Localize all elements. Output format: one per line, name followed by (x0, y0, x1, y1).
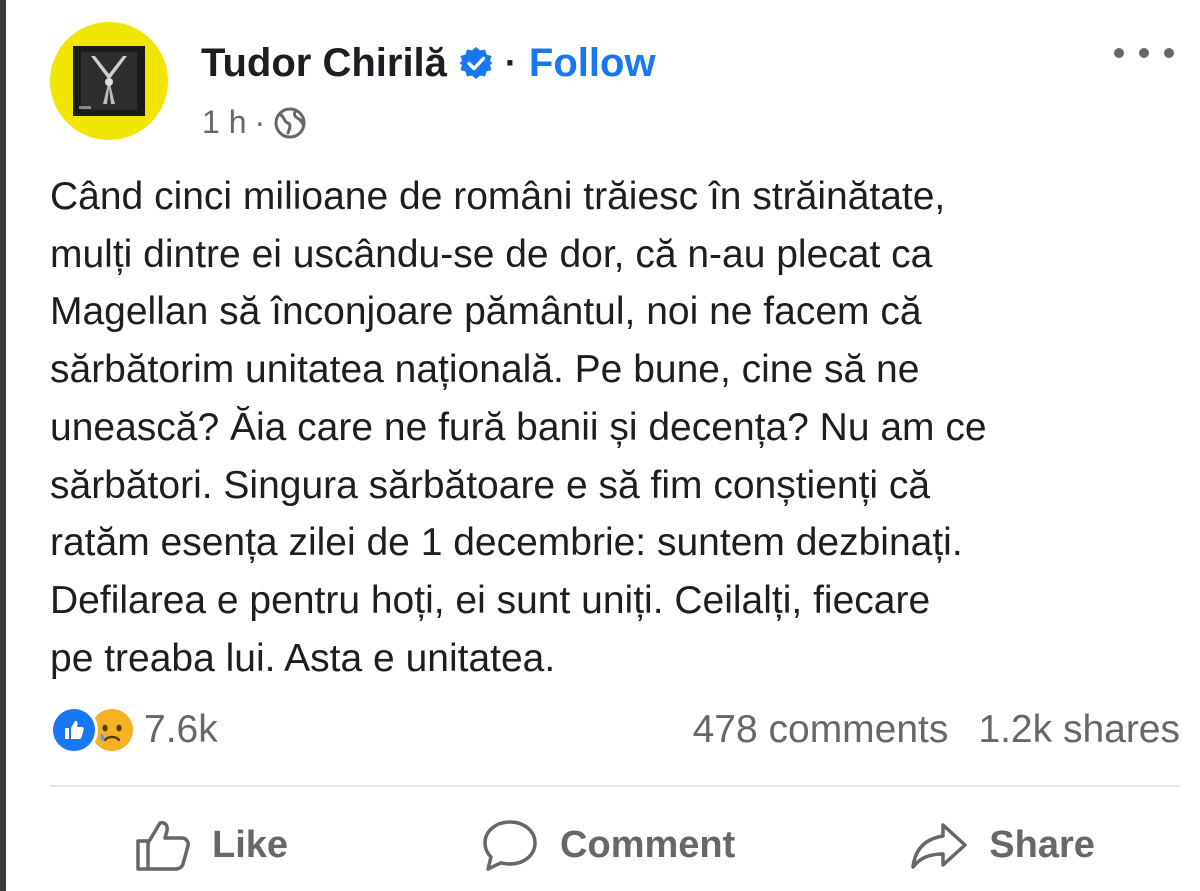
share-button[interactable]: Share (909, 817, 1095, 873)
like-button[interactable]: Like (134, 817, 288, 873)
author-name[interactable]: Tudor Chirilă (201, 41, 447, 86)
divider (50, 785, 1180, 787)
post-text-line: Defilarea e pentru hoți, ei sunt uniți. … (50, 578, 931, 622)
more-dot (1139, 48, 1149, 58)
comment-icon (483, 820, 537, 871)
post-text-line: Magellan să înconjoare pământul, noi ne … (50, 290, 922, 334)
more-dot (1164, 48, 1174, 58)
post-text-line: sărbători. Singura sărbătoare e să fim c… (50, 463, 931, 507)
more-dot (1114, 48, 1124, 58)
like-reaction-icon (50, 706, 98, 754)
shares-count[interactable]: 1.2k shares (978, 708, 1180, 752)
post-text: Când cinci milioane de români trăiesc în… (50, 168, 1190, 687)
more-options-icon[interactable] (1114, 38, 1174, 68)
post-text-line: sărbătorim unitatea națională. Pe bune, … (50, 348, 920, 392)
comments-count[interactable]: 478 comments (693, 708, 949, 752)
author-separator: · (504, 42, 517, 83)
follow-button[interactable]: Follow (529, 41, 656, 86)
engagement-counts: 478 comments 1.2k shares (693, 708, 1180, 752)
post-text-line: Când cinci milioane de români trăiesc în… (50, 175, 946, 218)
post-timestamp[interactable]: 1 h (202, 104, 246, 141)
meta-separator: · (254, 104, 266, 140)
post-text-line: ratăm esența zilei de 1 decembrie: sunte… (50, 521, 963, 565)
verified-badge-icon (459, 46, 493, 80)
share-arrow-icon (911, 823, 968, 869)
author-line: Tudor Chirilă · Follow (201, 36, 656, 90)
thumbs-up-icon (136, 821, 190, 871)
post-actions: Like Comment Share (50, 800, 1180, 890)
post-stats: 7.6k 478 comments 1.2k shares (50, 700, 1180, 760)
facebook-post: Tudor Chirilă · Follow 1 h · Când cinci … (0, 0, 1200, 891)
post-text-line: unească? Ăia care ne fură banii și decen… (50, 405, 987, 449)
comment-button[interactable]: Comment (480, 817, 735, 873)
post-meta: 1 h · (202, 104, 307, 141)
post-text-line: pe treaba lui. Asta e unitatea. (50, 636, 556, 680)
reactions-count: 7.6k (144, 708, 218, 751)
share-label: Share (989, 823, 1095, 866)
avatar-photo (73, 46, 145, 116)
reactions-summary[interactable]: 7.6k (50, 706, 218, 754)
like-label: Like (212, 823, 289, 866)
globe-icon[interactable] (273, 106, 307, 140)
post-text-line: mulți dintre ei uscându-se de dor, că n-… (50, 232, 933, 276)
comment-label: Comment (560, 823, 736, 866)
avatar[interactable] (50, 22, 168, 140)
